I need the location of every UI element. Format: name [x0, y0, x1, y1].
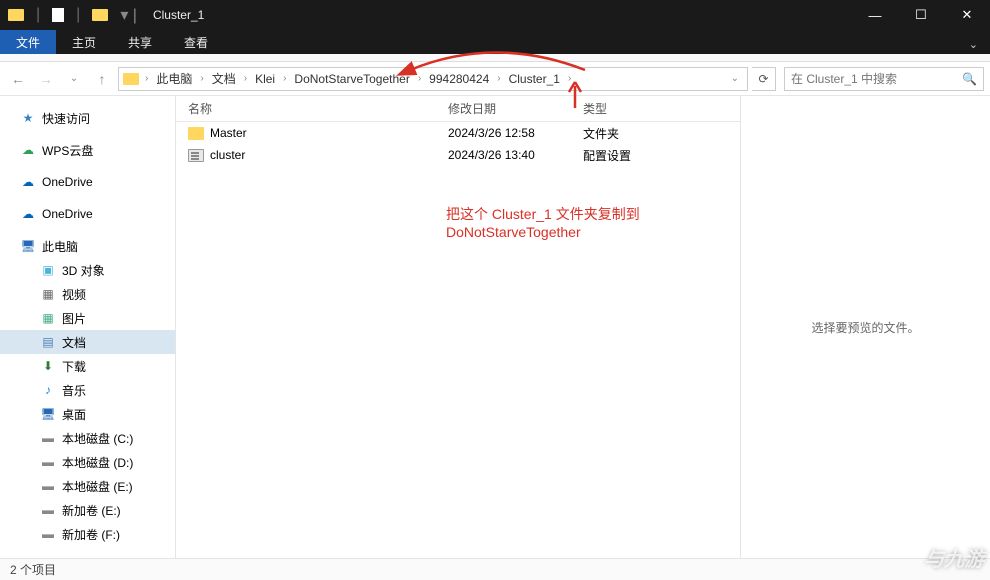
nav-bar: ← → ⌄ ↑ › 此电脑› 文档› Klei› DoNotStarveToge… — [0, 62, 990, 96]
sidebar-documents[interactable]: ▤文档 — [0, 330, 175, 354]
sidebar-onedrive[interactable]: ☁OneDrive — [0, 170, 175, 194]
sidebar-quick-access[interactable]: ★快速访问 — [0, 106, 175, 130]
title-bar: | | ▾ | Cluster_1 — ☐ ✕ — [0, 0, 990, 30]
sidebar-this-pc[interactable]: 🖥此电脑 — [0, 234, 175, 258]
up-button[interactable]: ↑ — [90, 71, 114, 87]
col-date[interactable]: 修改日期 — [436, 100, 571, 117]
crumb-id[interactable]: 994280424 — [425, 70, 493, 88]
tab-share[interactable]: 共享 — [112, 30, 168, 54]
crumb-klei[interactable]: Klei — [251, 70, 279, 88]
crumb-pc[interactable]: 此电脑 — [152, 68, 196, 89]
sidebar-disk-f[interactable]: ▬新加卷 (F:) — [0, 522, 175, 546]
col-type[interactable]: 类型 — [571, 100, 691, 117]
sidebar-disk-c[interactable]: ▬本地磁盘 (C:) — [0, 426, 175, 450]
crumb-docs[interactable]: 文档 — [208, 68, 240, 89]
file-list[interactable]: 名称 修改日期 类型 Master 2024/3/26 12:58 文件夹 cl… — [176, 96, 740, 558]
app-icon — [8, 9, 24, 21]
nav-tree[interactable]: ★快速访问 ☁WPS云盘 ☁OneDrive ☁OneDrive 🖥此电脑 ▣3… — [0, 96, 176, 558]
sidebar-onedrive-2[interactable]: ☁OneDrive — [0, 202, 175, 226]
address-bar[interactable]: › 此电脑› 文档› Klei› DoNotStarveTogether› 99… — [118, 67, 748, 91]
qat-folder-icon[interactable] — [92, 9, 108, 21]
crumb-dnst[interactable]: DoNotStarveTogether — [290, 70, 413, 88]
sidebar-downloads[interactable]: ⬇下载 — [0, 354, 175, 378]
sidebar-wps[interactable]: ☁WPS云盘 — [0, 138, 175, 162]
sidebar-desktop[interactable]: 🖥桌面 — [0, 402, 175, 426]
forward-button[interactable]: → — [34, 71, 58, 87]
col-name[interactable]: 名称 — [176, 100, 436, 117]
crumb-cluster[interactable]: Cluster_1 — [505, 70, 564, 88]
address-dropdown[interactable]: ⌄ — [729, 73, 741, 84]
close-button[interactable]: ✕ — [944, 0, 990, 30]
folder-icon — [188, 127, 204, 140]
refresh-button[interactable]: ⟳ — [752, 67, 776, 91]
minimize-button[interactable]: — — [852, 0, 898, 30]
chevron-icon[interactable]: › — [143, 73, 150, 84]
status-bar: 2 个项目 — [0, 558, 990, 580]
file-tab[interactable]: 文件 — [0, 30, 56, 54]
column-headers: 名称 修改日期 类型 — [176, 96, 740, 122]
search-box[interactable]: 🔍 — [784, 67, 984, 91]
back-button[interactable]: ← — [6, 71, 30, 87]
sidebar-disk-e2[interactable]: ▬新加卷 (E:) — [0, 498, 175, 522]
sidebar-pictures[interactable]: ▦图片 — [0, 306, 175, 330]
file-row[interactable]: cluster 2024/3/26 13:40 配置设置 — [176, 144, 740, 166]
address-folder-icon — [123, 73, 139, 85]
sidebar-music[interactable]: ♪音乐 — [0, 378, 175, 402]
sidebar-disk-e[interactable]: ▬本地磁盘 (E:) — [0, 474, 175, 498]
recent-dropdown[interactable]: ⌄ — [62, 73, 86, 84]
maximize-button[interactable]: ☐ — [898, 0, 944, 30]
file-row[interactable]: Master 2024/3/26 12:58 文件夹 — [176, 122, 740, 144]
search-input[interactable] — [791, 72, 962, 86]
watermark: 与九游 — [924, 543, 984, 572]
tab-view[interactable]: 查看 — [168, 30, 224, 54]
sidebar-videos[interactable]: ▦视频 — [0, 282, 175, 306]
annotation-text: 把这个 Cluster_1 文件夹复制到 DoNotStarveTogether — [446, 204, 740, 240]
preview-pane: 选择要预览的文件。 — [740, 96, 990, 558]
ribbon-body: ⌄ — [0, 54, 990, 62]
ini-file-icon — [188, 149, 204, 162]
ribbon-tabs: 文件 主页 共享 查看 — [0, 30, 990, 54]
sidebar-disk-d[interactable]: ▬本地磁盘 (D:) — [0, 450, 175, 474]
window-title: Cluster_1 — [153, 8, 204, 22]
qat-properties-icon[interactable] — [52, 8, 64, 22]
search-icon[interactable]: 🔍 — [962, 72, 977, 86]
ribbon-collapse-icon[interactable]: ⌄ — [969, 38, 978, 51]
sidebar-3d[interactable]: ▣3D 对象 — [0, 258, 175, 282]
tab-home[interactable]: 主页 — [56, 30, 112, 54]
